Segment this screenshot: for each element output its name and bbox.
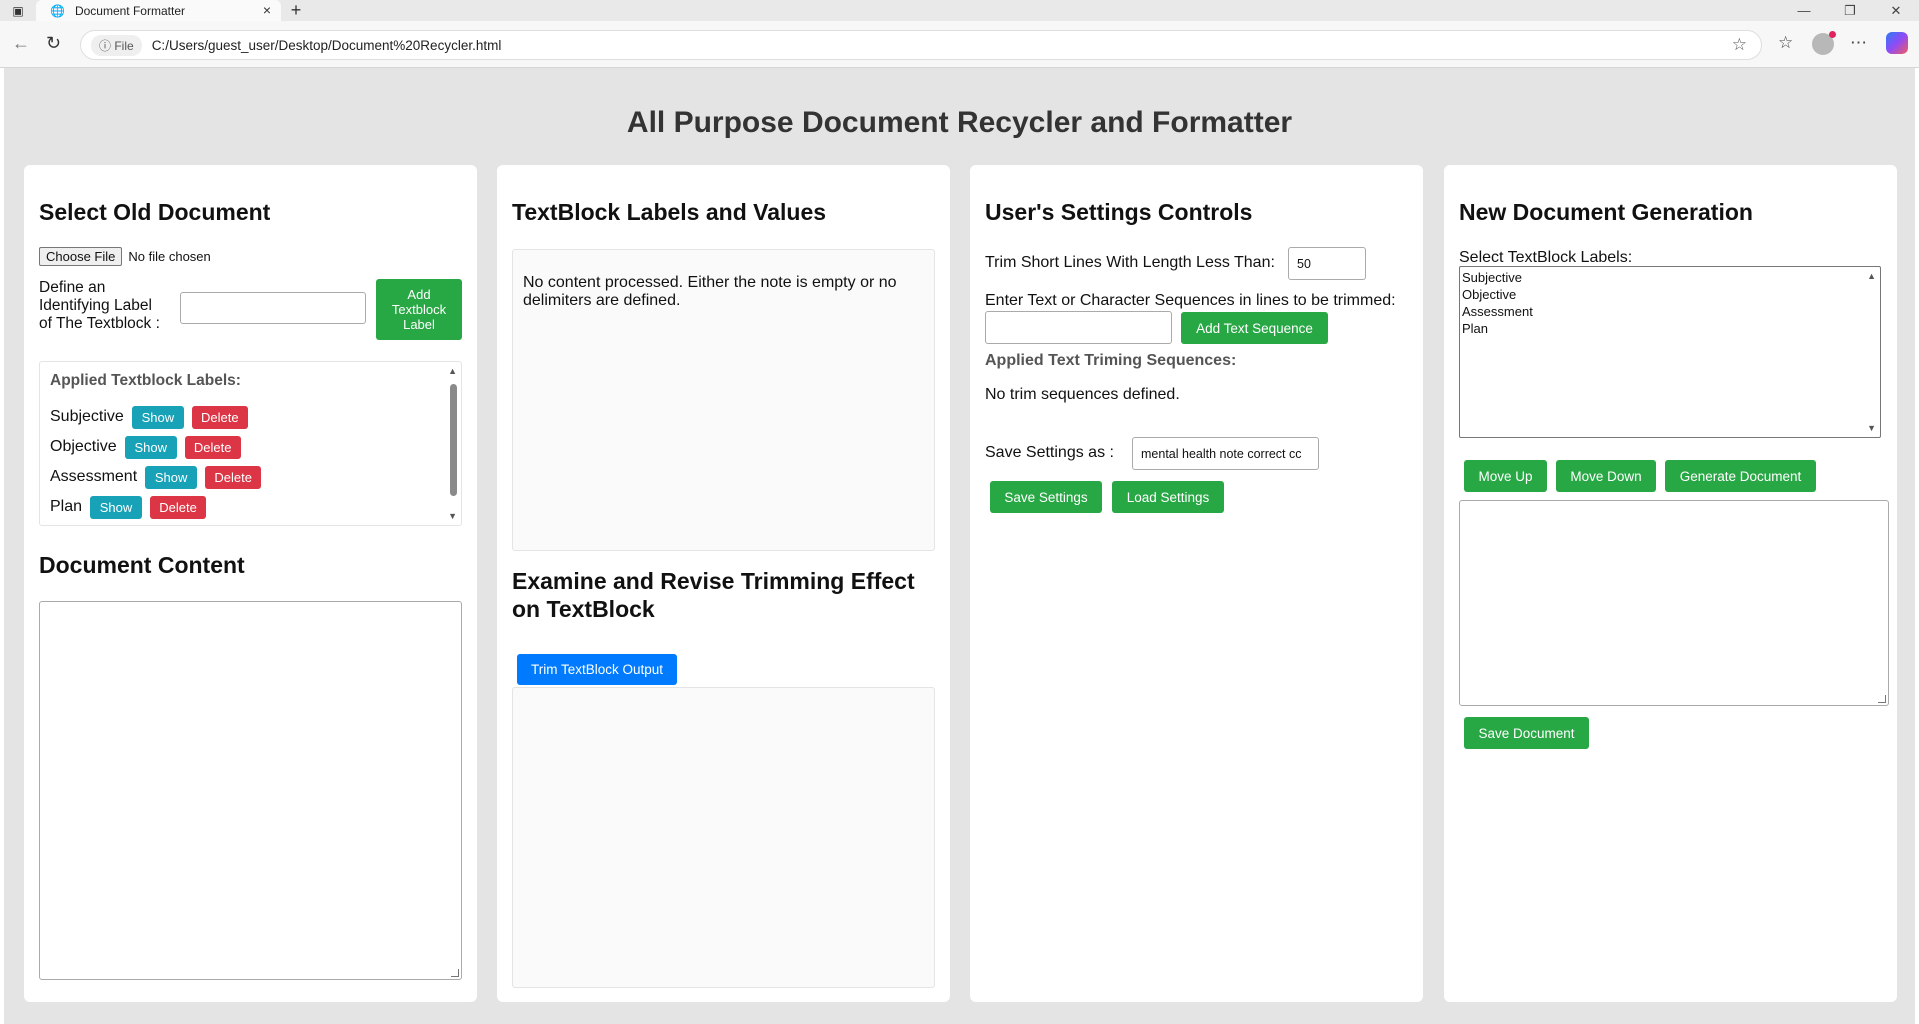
label-row-subjective: Subjective Show Delete <box>50 405 256 429</box>
textblock-panel: TextBlock Labels and Values No content p… <box>497 165 950 1002</box>
trim-textblock-button[interactable]: Trim TextBlock Output <box>517 654 677 685</box>
label-row-plan: Plan Show Delete <box>50 495 214 519</box>
generation-heading: New Document Generation <box>1459 199 1753 225</box>
document-content-textarea[interactable] <box>39 601 462 980</box>
delete-plan-button[interactable]: Delete <box>150 495 207 519</box>
trim-length-label: Trim Short Lines With Length Less Than: <box>985 254 1275 271</box>
select-option[interactable]: Plan <box>1462 320 1533 337</box>
label-name: Assessment <box>50 468 138 485</box>
examine-heading: Examine and Revise Trimming Effect on Te… <box>512 568 915 622</box>
textblock-label-input[interactable] <box>180 292 366 324</box>
window-close-icon[interactable]: ✕ <box>1873 0 1919 21</box>
applied-labels-box: Applied Textblock Labels: Subjective Sho… <box>39 361 462 526</box>
trim-length-input[interactable]: 50 <box>1288 247 1366 280</box>
save-document-button[interactable]: Save Document <box>1464 717 1589 749</box>
choose-file-button[interactable]: Choose File <box>39 247 123 266</box>
page-title: All Purpose Document Recycler and Format… <box>626 106 1293 139</box>
resize-handle-icon[interactable] <box>1878 695 1886 703</box>
label-name: Plan <box>50 498 83 515</box>
delete-objective-button[interactable]: Delete <box>184 435 241 459</box>
save-as-input[interactable]: mental health note correct cc <box>1132 437 1319 470</box>
save-as-label: Save Settings as : <box>985 444 1114 461</box>
globe-icon: 🌐 <box>50 3 65 18</box>
address-bar: ← ↻ ⓘ File C:/Users/guest_user/Desktop/D… <box>0 21 1919 68</box>
tab-actions-icon[interactable]: ▣ <box>0 0 36 21</box>
settings-heading: User's Settings Controls <box>985 199 1253 225</box>
profile-avatar-icon[interactable] <box>1812 31 1836 55</box>
favorite-star-icon[interactable]: ☆ <box>1732 35 1747 55</box>
label-row-objective: Objective Show Delete <box>50 435 249 459</box>
labels-scrollbar-thumb[interactable] <box>450 384 457 496</box>
load-settings-button[interactable]: Load Settings <box>1112 481 1224 513</box>
show-objective-button[interactable]: Show <box>124 435 177 459</box>
page-body: All Purpose Document Recycler and Format… <box>4 68 1915 1024</box>
sequence-input[interactable] <box>985 311 1172 344</box>
select-document-panel: Select Old Document Choose File No file … <box>24 165 477 1002</box>
close-tab-icon[interactable]: × <box>263 2 271 18</box>
show-plan-button[interactable]: Show <box>90 495 143 519</box>
select-document-heading: Select Old Document <box>39 199 271 225</box>
label-prompt: Define an Identifying Label of The Textb… <box>39 279 160 332</box>
delete-subjective-button[interactable]: Delete <box>191 405 248 429</box>
no-file-text: No file chosen <box>128 249 211 264</box>
scroll-up-arrow-icon[interactable]: ▲ <box>1867 271 1876 281</box>
site-info-badge[interactable]: ⓘ File <box>91 34 142 56</box>
scroll-down-arrow-icon[interactable]: ▼ <box>448 511 457 521</box>
move-down-button[interactable]: Move Down <box>1556 460 1656 492</box>
scroll-up-arrow-icon[interactable]: ▲ <box>448 366 457 376</box>
scroll-down-arrow-icon[interactable]: ▼ <box>1867 423 1876 433</box>
add-textblock-label-button[interactable]: Add Textblock Label <box>376 279 462 340</box>
back-icon[interactable]: ← <box>12 33 30 54</box>
textblock-labels-select[interactable]: Subjective Objective Assessment Plan ▲ ▼ <box>1459 266 1881 438</box>
tab-title: Document Formatter <box>74 3 185 18</box>
label-row-assessment: Assessment Show Delete <box>50 465 269 489</box>
sequence-label: Enter Text or Character Sequences in lin… <box>985 292 1396 309</box>
applied-labels-heading: Applied Textblock Labels: <box>50 372 241 389</box>
textblock-heading: TextBlock Labels and Values <box>512 199 827 225</box>
show-assessment-button[interactable]: Show <box>145 465 198 489</box>
select-option[interactable]: Assessment <box>1462 303 1533 320</box>
empty-message: No content processed. Either the note is… <box>523 274 897 309</box>
settings-panel: User's Settings Controls Trim Short Line… <box>970 165 1423 1002</box>
generated-document-textarea[interactable] <box>1459 500 1889 706</box>
url-text[interactable]: C:/Users/guest_user/Desktop/Document%20R… <box>152 38 502 53</box>
minimize-icon[interactable]: — <box>1781 0 1827 21</box>
label-name: Subjective <box>50 408 124 425</box>
generate-document-button[interactable]: Generate Document <box>1665 460 1816 492</box>
resize-handle-icon[interactable] <box>451 969 459 977</box>
delete-assessment-button[interactable]: Delete <box>205 465 262 489</box>
select-option[interactable]: Subjective <box>1462 269 1533 286</box>
select-option[interactable]: Objective <box>1462 286 1533 303</box>
select-labels-label: Select TextBlock Labels: <box>1459 249 1633 266</box>
no-sequences-text: No trim sequences defined. <box>985 386 1180 403</box>
refresh-icon[interactable]: ↻ <box>46 33 61 54</box>
show-subjective-button[interactable]: Show <box>131 405 184 429</box>
move-up-button[interactable]: Move Up <box>1464 460 1547 492</box>
add-text-sequence-button[interactable]: Add Text Sequence <box>1181 312 1328 344</box>
new-tab-button[interactable]: + <box>281 0 311 21</box>
more-menu-icon[interactable]: ⋯ <box>1850 33 1867 53</box>
applied-sequences-heading: Applied Text Triming Sequences: <box>985 352 1237 369</box>
url-field[interactable]: ⓘ File C:/Users/guest_user/Desktop/Docum… <box>80 30 1762 60</box>
browser-tab-bar: ▣ 🌐 Document Formatter × + — ❐ ✕ <box>0 0 1919 21</box>
label-name: Objective <box>50 438 117 455</box>
trim-output-box <box>512 687 935 988</box>
generation-panel: New Document Generation Select TextBlock… <box>1444 165 1897 1002</box>
copilot-icon[interactable] <box>1886 32 1908 54</box>
document-content-heading: Document Content <box>39 552 245 578</box>
browser-tab[interactable]: 🌐 Document Formatter × <box>36 0 281 21</box>
restore-icon[interactable]: ❐ <box>1827 0 1873 21</box>
favorites-icon[interactable]: ☆ <box>1778 33 1793 53</box>
save-settings-button[interactable]: Save Settings <box>990 481 1102 513</box>
textblock-output-box: No content processed. Either the note is… <box>512 249 935 551</box>
